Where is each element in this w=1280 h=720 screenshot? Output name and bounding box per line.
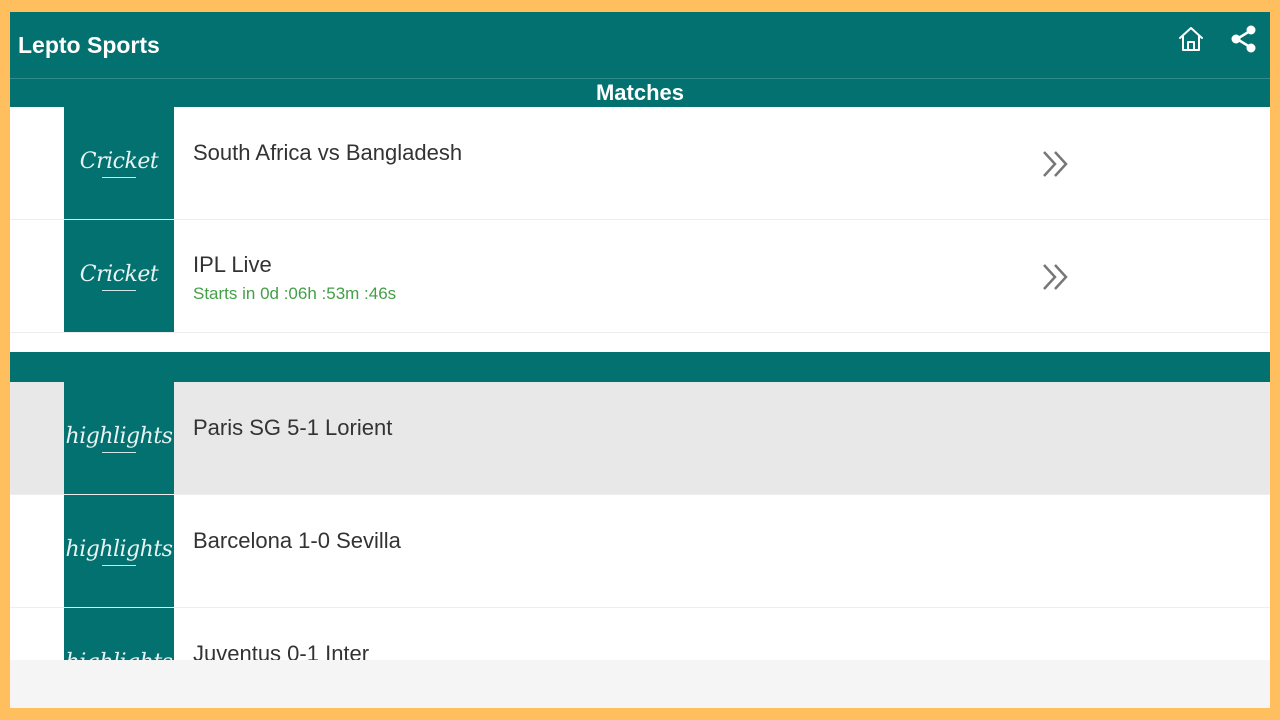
highlights-thumbnail: highlights bbox=[64, 495, 174, 607]
thumbnail-underline bbox=[102, 564, 136, 566]
thumbnail-underline bbox=[102, 289, 136, 291]
match-title: IPL Live bbox=[193, 252, 272, 277]
match-row-ipl-live[interactable]: Cricket IPL Live Starts in 0d :06h :53m … bbox=[10, 220, 1270, 333]
highlights-thumbnail: highlights bbox=[64, 382, 174, 494]
app-bar-actions bbox=[1176, 24, 1258, 54]
cricket-thumbnail: Cricket bbox=[64, 107, 174, 219]
share-icon[interactable] bbox=[1228, 24, 1258, 54]
match-countdown: Starts in 0d :06h :53m :46s bbox=[193, 284, 397, 303]
section-spacer bbox=[10, 333, 1270, 352]
matches-list: Cricket South Africa vs Bangladesh Crick… bbox=[10, 107, 1270, 333]
thumbnail-underline bbox=[102, 451, 136, 453]
bottom-spacer bbox=[10, 660, 1270, 708]
double-chevron-right-icon[interactable] bbox=[1040, 262, 1072, 292]
thumbnail-label: Cricket bbox=[79, 148, 159, 174]
thumbnail-underline bbox=[102, 176, 136, 178]
thumbnail-label: highlights bbox=[65, 423, 173, 449]
match-row-south-africa-bangladesh[interactable]: Cricket South Africa vs Bangladesh bbox=[10, 107, 1270, 220]
highlight-row-psg-lorient[interactable]: highlights Paris SG 5-1 Lorient bbox=[10, 382, 1270, 495]
home-icon[interactable] bbox=[1176, 24, 1206, 54]
highlight-row-barcelona-sevilla[interactable]: highlights Barcelona 1-0 Sevilla bbox=[10, 495, 1270, 608]
matches-section-header: Matches bbox=[10, 79, 1270, 107]
highlights-section-header bbox=[10, 352, 1270, 382]
match-title: South Africa vs Bangladesh bbox=[193, 140, 463, 165]
app-window: Lepto Sports Matches Cricket South Afric… bbox=[10, 12, 1270, 708]
app-bar: Lepto Sports bbox=[10, 12, 1270, 78]
highlight-title: Barcelona 1-0 Sevilla bbox=[193, 528, 401, 553]
thumbnail-label: highlights bbox=[65, 536, 173, 562]
cricket-thumbnail: Cricket bbox=[64, 220, 174, 332]
app-title: Lepto Sports bbox=[18, 31, 160, 58]
thumbnail-label: Cricket bbox=[79, 261, 159, 287]
double-chevron-right-icon[interactable] bbox=[1040, 149, 1072, 179]
highlight-title: Paris SG 5-1 Lorient bbox=[193, 415, 393, 440]
